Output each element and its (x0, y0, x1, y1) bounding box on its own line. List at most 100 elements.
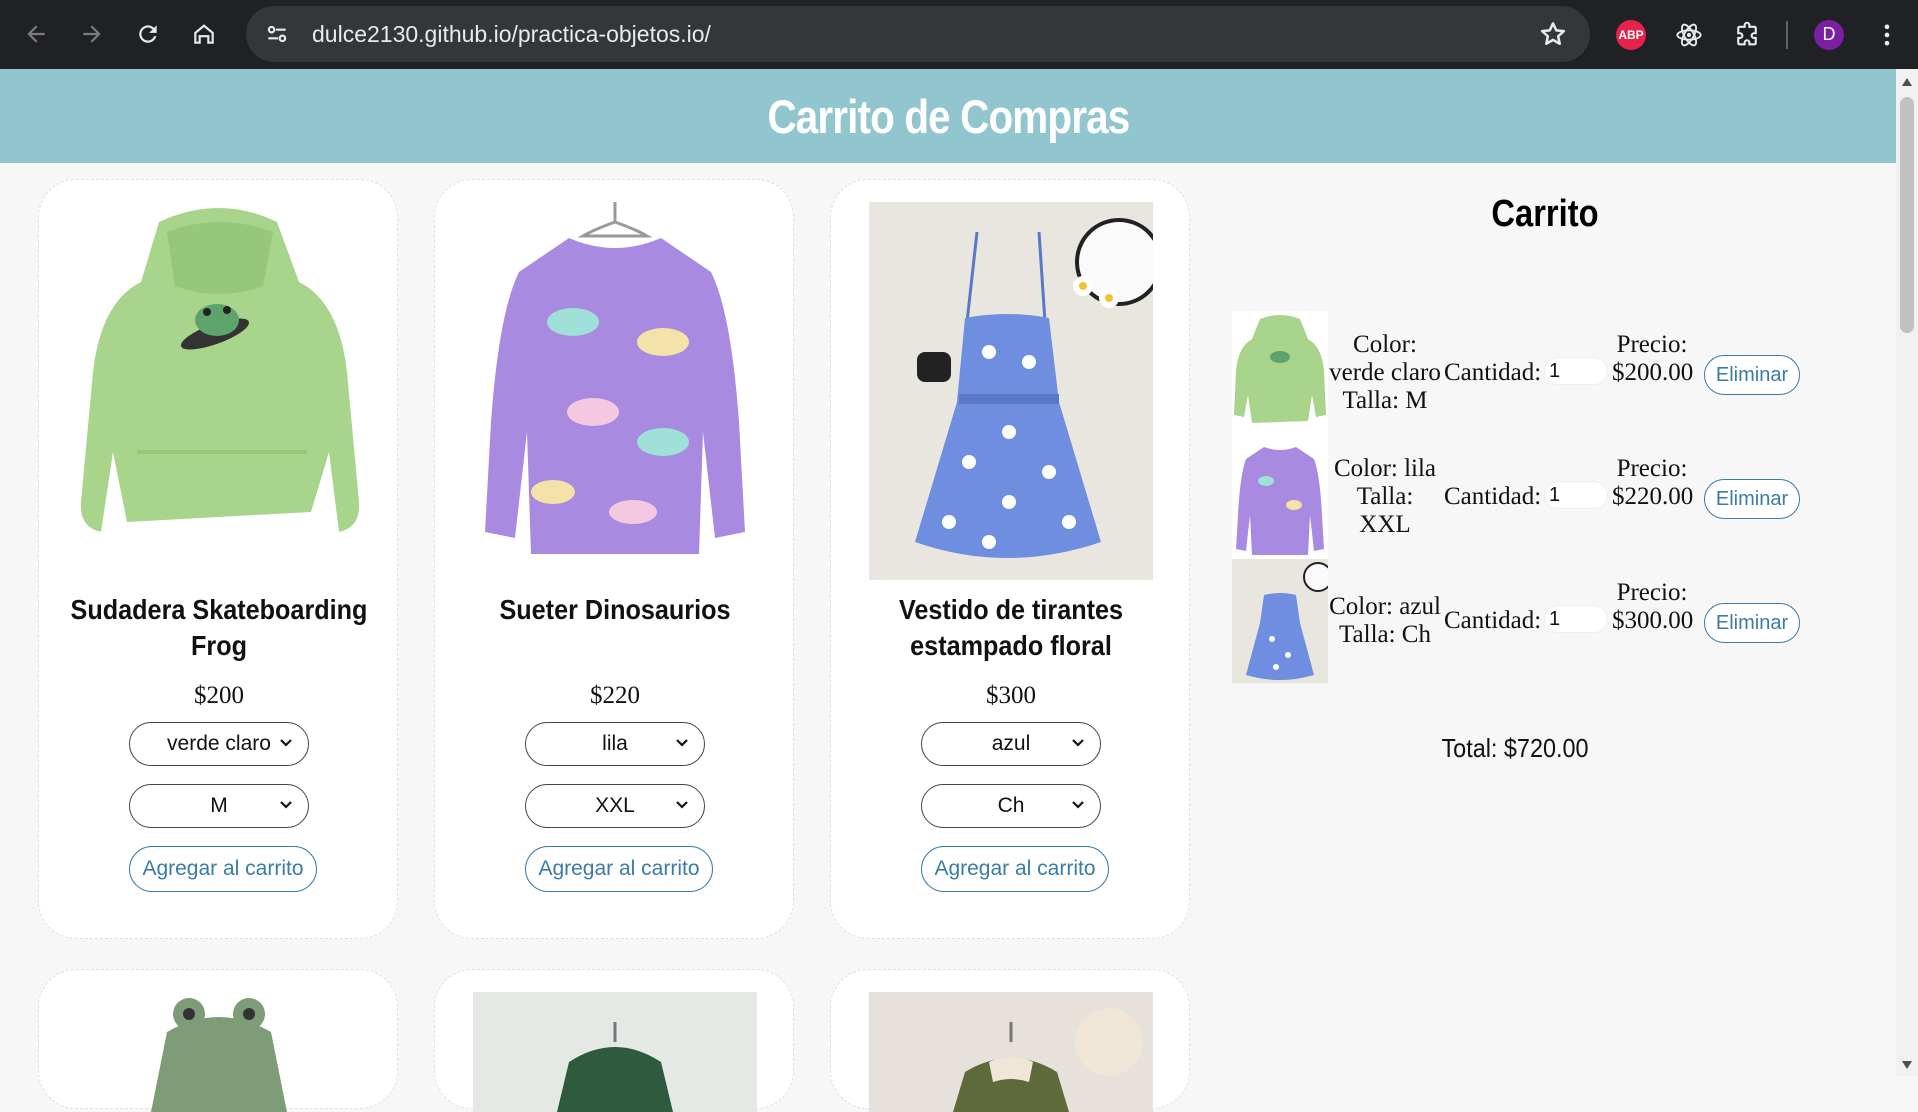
react-atom-icon (1676, 23, 1702, 46)
remove-item-button[interactable]: Eliminar (1704, 355, 1800, 395)
page-title: Carrito de Compras (767, 89, 1130, 143)
add-to-cart-button[interactable]: Agregar al carrito (921, 846, 1109, 892)
chevron-down-icon (1072, 801, 1084, 809)
color-select[interactable]: verde claro (129, 722, 309, 766)
quantity-input[interactable]: 1 (1544, 357, 1608, 385)
chevron-down-icon (1072, 739, 1084, 747)
color-select[interactable]: azul (921, 722, 1101, 766)
bookmark-star-icon[interactable] (1538, 19, 1568, 49)
product-name: Sueter Dinosaurios (499, 594, 731, 625)
add-to-cart-button[interactable]: Agregar al carrito (525, 846, 713, 892)
size-select[interactable]: M (129, 784, 309, 828)
cart-title: Carrito (1491, 193, 1599, 235)
product-image-dress (869, 202, 1153, 580)
product-image-jacket (473, 992, 757, 1112)
home-button[interactable] (182, 12, 226, 56)
cart-item-size: Talla: M (1342, 387, 1428, 414)
product-price: $200 (194, 682, 244, 709)
quantity-label: Cantidad: (1444, 359, 1542, 386)
arrow-right-icon (83, 25, 101, 43)
react-devtools-extension[interactable] (1674, 0, 1704, 69)
toolbar-separator (1786, 0, 1788, 69)
back-button[interactable] (14, 12, 58, 56)
quantity-label: Cantidad: (1444, 483, 1542, 510)
site-info-icon[interactable] (264, 19, 294, 49)
size-select[interactable]: Ch (921, 784, 1101, 828)
browser-toolbar: dulce2130.github.io/practica-objetos.io/… (0, 0, 1918, 69)
product-card (830, 969, 1190, 1112)
profile-button[interactable]: D (1814, 0, 1844, 69)
cart-item: Color: azul Talla: Ch Cantidad: 1 Precio… (1232, 559, 1832, 683)
cart-item-price: Precio: $200.00 (1612, 331, 1694, 387)
product-image-frog-hoodie (151, 998, 287, 1112)
cart-item-details: Color: azul Talla: Ch (1328, 559, 1442, 683)
quantity-input[interactable]: 1 (1544, 605, 1608, 633)
adblock-extension[interactable]: ABP (1616, 0, 1646, 69)
main-content: Sudadera Skateboarding Frog $200 verde c… (0, 163, 1896, 1112)
chrome-menu-button[interactable] (1872, 0, 1902, 69)
address-bar[interactable]: dulce2130.github.io/practica-objetos.io/ (246, 6, 1590, 62)
price-label: Precio: (1616, 331, 1688, 358)
size-select-value: M (210, 794, 228, 817)
url-text: dulce2130.github.io/practica-objetos.io/ (312, 20, 711, 47)
size-select-value: XXL (595, 794, 635, 817)
product-image-coat (869, 992, 1153, 1112)
chevron-down-icon (280, 801, 292, 809)
cart-item-size: Talla: Ch (1339, 621, 1431, 648)
avatar: D (1814, 19, 1844, 50)
price-label: Precio: (1616, 455, 1688, 482)
cart-item-color: Color: azul (1329, 593, 1441, 620)
cart-item-details: Color: verde claro Talla: M (1328, 311, 1442, 435)
forward-button[interactable] (70, 12, 114, 56)
scroll-up-icon[interactable] (1901, 77, 1913, 87)
price-value: $220.00 (1612, 483, 1694, 510)
size-select[interactable]: XXL (525, 784, 705, 828)
remove-item-button[interactable]: Eliminar (1704, 479, 1800, 519)
puzzle-icon (1737, 21, 1757, 45)
color-select-value: azul (991, 732, 1031, 755)
size-select-value: Ch (997, 794, 1025, 817)
reload-button[interactable] (126, 12, 170, 56)
product-price: $220 (590, 682, 640, 709)
cart-item: Color: lila Talla: XXL Cantidad: 1 Preci… (1232, 435, 1832, 559)
cart-item-color: Color: verde claro (1329, 331, 1441, 386)
chevron-down-icon (280, 739, 292, 747)
cart-item-color: Color: lila (1333, 455, 1437, 482)
scrollbar-thumb[interactable] (1900, 97, 1914, 333)
cart-item-price: Precio: $220.00 (1612, 455, 1694, 511)
color-select-value: verde claro (167, 732, 271, 755)
page-scrollbar[interactable] (1896, 69, 1918, 1076)
color-select[interactable]: lila (525, 722, 705, 766)
reload-icon (139, 25, 157, 43)
product-card (434, 969, 794, 1112)
add-to-cart-button[interactable]: Agregar al carrito (129, 846, 317, 892)
product-card: Sueter Dinosaurios $220 lila XXL Agregar… (434, 179, 794, 939)
product-card: Vestido de tirantes estampado floral $30… (830, 179, 1190, 939)
chevron-down-icon (676, 739, 688, 747)
extensions-button[interactable] (1730, 0, 1764, 69)
color-select-value: lila (602, 732, 628, 755)
cart-item-thumbnail (1232, 559, 1328, 683)
product-price: $300 (986, 682, 1036, 709)
product-name: Sudadera Skateboarding Frog (70, 594, 368, 661)
cart-item-price: Precio: $300.00 (1612, 579, 1693, 635)
quantity-input[interactable]: 1 (1544, 481, 1608, 509)
quantity-label: Cantidad: (1444, 607, 1542, 634)
product-image-sweater (485, 202, 745, 554)
remove-item-button[interactable]: Eliminar (1704, 603, 1800, 643)
cart-item: Color: verde claro Talla: M Cantidad: 1 … (1232, 311, 1832, 435)
cart-item-thumbnail (1232, 311, 1328, 435)
product-image-hoodie (80, 208, 360, 532)
cart-item-size: Talla: XXL (1356, 483, 1414, 538)
product-name: Vestido de tirantes estampado floral (898, 594, 1124, 661)
kebab-menu-icon (1884, 24, 1890, 45)
arrow-left-icon (27, 25, 45, 43)
price-label: Precio: (1616, 579, 1688, 606)
scroll-down-icon[interactable] (1901, 1060, 1913, 1070)
product-card (38, 969, 398, 1112)
page-header: Carrito de Compras (0, 69, 1896, 163)
price-value: $200.00 (1612, 359, 1694, 386)
cart-item-details: Color: lila Talla: XXL (1328, 435, 1442, 559)
adblock-icon: ABP (1616, 19, 1646, 50)
chevron-down-icon (676, 801, 688, 809)
